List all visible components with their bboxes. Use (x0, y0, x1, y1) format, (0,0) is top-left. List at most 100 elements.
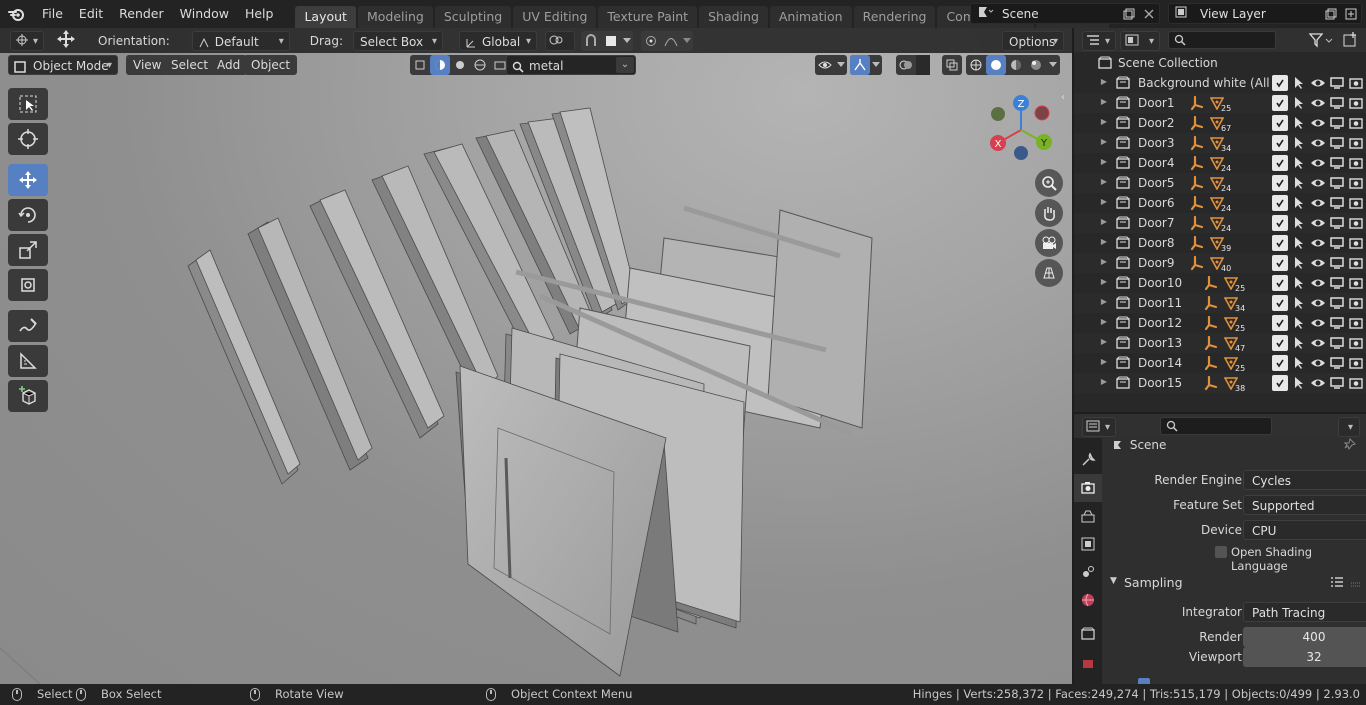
filter-material-icon[interactable] (430, 55, 450, 75)
selectable-arrow-icon[interactable] (1291, 295, 1307, 311)
eye-visibility-icon[interactable] (1310, 315, 1326, 331)
include-checkbox-icon[interactable] (1272, 115, 1288, 131)
outliner-row[interactable]: ▶ Door10 25 (1074, 273, 1366, 293)
render-samples-field[interactable]: 400 (1243, 627, 1366, 647)
menu-edit[interactable]: Edit (71, 0, 111, 28)
viewport-monitor-icon[interactable] (1329, 215, 1345, 231)
viewport-monitor-icon[interactable] (1329, 315, 1345, 331)
overlay-arrow-icon[interactable] (916, 55, 930, 75)
outliner-row[interactable]: ▶ Door14 25 (1074, 353, 1366, 373)
expand-arrow-icon[interactable]: ▶ (1098, 217, 1110, 226)
scene-collection-row[interactable]: Scene Collection (1074, 53, 1366, 73)
object-visibility-icon[interactable] (815, 55, 835, 75)
outliner-scrollbar[interactable] (1360, 52, 1366, 412)
tab-rendering[interactable]: Rendering (853, 6, 936, 28)
tab-layout[interactable]: Layout (295, 6, 356, 28)
eye-visibility-icon[interactable] (1310, 375, 1326, 391)
ortho-grid-icon[interactable] (1035, 259, 1063, 287)
expand-arrow-icon[interactable]: ▶ (1098, 97, 1110, 106)
shading-wireframe-icon[interactable] (966, 55, 986, 75)
viewport-monitor-icon[interactable] (1329, 295, 1345, 311)
output-tab-icon[interactable] (1074, 502, 1102, 530)
mesh-count-badge[interactable]: 40 (1190, 255, 1231, 274)
expand-arrow-icon[interactable]: ▶ (1098, 297, 1110, 306)
selectable-arrow-icon[interactable] (1291, 255, 1307, 271)
include-checkbox-icon[interactable] (1272, 135, 1288, 151)
properties-search-input[interactable] (1160, 417, 1272, 435)
properties-editor-type[interactable]: ▾ (1082, 417, 1116, 437)
include-checkbox-icon[interactable] (1272, 215, 1288, 231)
include-checkbox-icon[interactable] (1272, 175, 1288, 191)
search-dropdown-arrow-icon[interactable]: ⌄ (616, 57, 634, 73)
selectable-arrow-icon[interactable] (1291, 115, 1307, 131)
mesh-count-badge[interactable]: 39 (1190, 235, 1231, 254)
scene-tab-icon[interactable] (1074, 558, 1102, 586)
mesh-count-badge[interactable]: 38 (1204, 375, 1245, 394)
sampling-panel-header[interactable]: ▼ Sampling (1102, 572, 1366, 596)
tool-tab-icon[interactable] (1074, 446, 1102, 474)
mesh-count-badge[interactable]: 24 (1190, 195, 1231, 214)
expand-arrow-icon[interactable]: ▶ (1098, 237, 1110, 246)
falloff-icon[interactable] (661, 31, 681, 51)
menu-render[interactable]: Render (111, 0, 172, 28)
shading-material-icon[interactable] (1006, 55, 1026, 75)
mesh-count-badge[interactable]: 25 (1204, 315, 1245, 334)
navigation-gizmo[interactable]: Z X Y (976, 88, 1066, 178)
expand-arrow-icon[interactable]: ▶ (1098, 277, 1110, 286)
expand-arrow-icon[interactable]: ▶ (1098, 197, 1110, 206)
outliner-row[interactable]: ▶ Door12 25 (1074, 313, 1366, 333)
viewport-monitor-icon[interactable] (1329, 355, 1345, 371)
menu-window[interactable]: Window (172, 0, 237, 28)
selectable-arrow-icon[interactable] (1291, 275, 1307, 291)
expand-arrow-icon[interactable]: ▶ (1098, 177, 1110, 186)
falloff-dropdown-arrow-icon[interactable] (681, 31, 693, 51)
drag-dropdown[interactable]: Select Box ▾ (352, 30, 443, 51)
tab-animation[interactable]: Animation (769, 6, 852, 28)
move-tool-icon[interactable] (8, 164, 48, 196)
include-checkbox-icon[interactable] (1272, 375, 1288, 391)
select-menu[interactable]: Select (164, 55, 216, 75)
viewport-monitor-icon[interactable] (1329, 175, 1345, 191)
expand-arrow-icon[interactable]: ▶ (1098, 357, 1110, 366)
viewport-monitor-icon[interactable] (1329, 135, 1345, 151)
outliner-row[interactable]: ▶ Door11 34 (1074, 293, 1366, 313)
include-checkbox-icon[interactable] (1272, 335, 1288, 351)
selectable-arrow-icon[interactable] (1291, 135, 1307, 151)
eye-visibility-icon[interactable] (1310, 275, 1326, 291)
include-checkbox-icon[interactable] (1272, 315, 1288, 331)
outliner-row[interactable]: ▶ Door7 24 (1074, 213, 1366, 233)
expand-arrow-icon[interactable]: ▶ (1098, 137, 1110, 146)
display-mode-dropdown[interactable]: ▾ (1120, 31, 1160, 51)
mesh-count-badge[interactable]: 24 (1190, 175, 1231, 194)
pin-icon[interactable] (1343, 438, 1356, 453)
viewport-monitor-icon[interactable] (1329, 235, 1345, 251)
eye-visibility-icon[interactable] (1310, 135, 1326, 151)
presets-list-icon[interactable] (1330, 576, 1344, 591)
selectable-arrow-icon[interactable] (1291, 155, 1307, 171)
viewport-monitor-icon[interactable] (1329, 155, 1345, 171)
viewport-monitor-icon[interactable] (1329, 375, 1345, 391)
select-tool-icon[interactable] (8, 88, 48, 120)
selectable-arrow-icon[interactable] (1291, 315, 1307, 331)
include-checkbox-icon[interactable] (1272, 195, 1288, 211)
mode-dropdown[interactable]: Object Mode ▾ (8, 55, 118, 75)
annotate-tool-icon[interactable] (8, 310, 48, 342)
selectable-arrow-icon[interactable] (1291, 235, 1307, 251)
expand-arrow-icon[interactable]: ▶ (1098, 157, 1110, 166)
menu-file[interactable]: File (34, 0, 71, 28)
shading-solid-icon[interactable] (986, 55, 1006, 75)
mesh-count-badge[interactable]: 24 (1190, 215, 1231, 234)
transform-orientation-dropdown[interactable]: Global ▾ (458, 30, 537, 51)
osl-checkbox[interactable] (1215, 546, 1227, 558)
outliner-row[interactable]: ▶ Door6 24 (1074, 193, 1366, 213)
outliner-row[interactable]: ▶ Door8 39 (1074, 233, 1366, 253)
eye-visibility-icon[interactable] (1310, 215, 1326, 231)
eye-visibility-icon[interactable] (1310, 95, 1326, 111)
visibility-arrow-icon[interactable] (835, 55, 847, 75)
outliner-row[interactable]: ▶ Background white (All d (1074, 73, 1366, 93)
view-layer-selector[interactable]: View Layer (1168, 3, 1362, 24)
snap-dropdown-arrow-icon[interactable] (621, 31, 633, 51)
outliner-row[interactable]: ▶ Door9 40 (1074, 253, 1366, 273)
render-tab-icon[interactable] (1074, 474, 1102, 502)
expand-arrow-icon[interactable]: ▶ (1098, 337, 1110, 346)
